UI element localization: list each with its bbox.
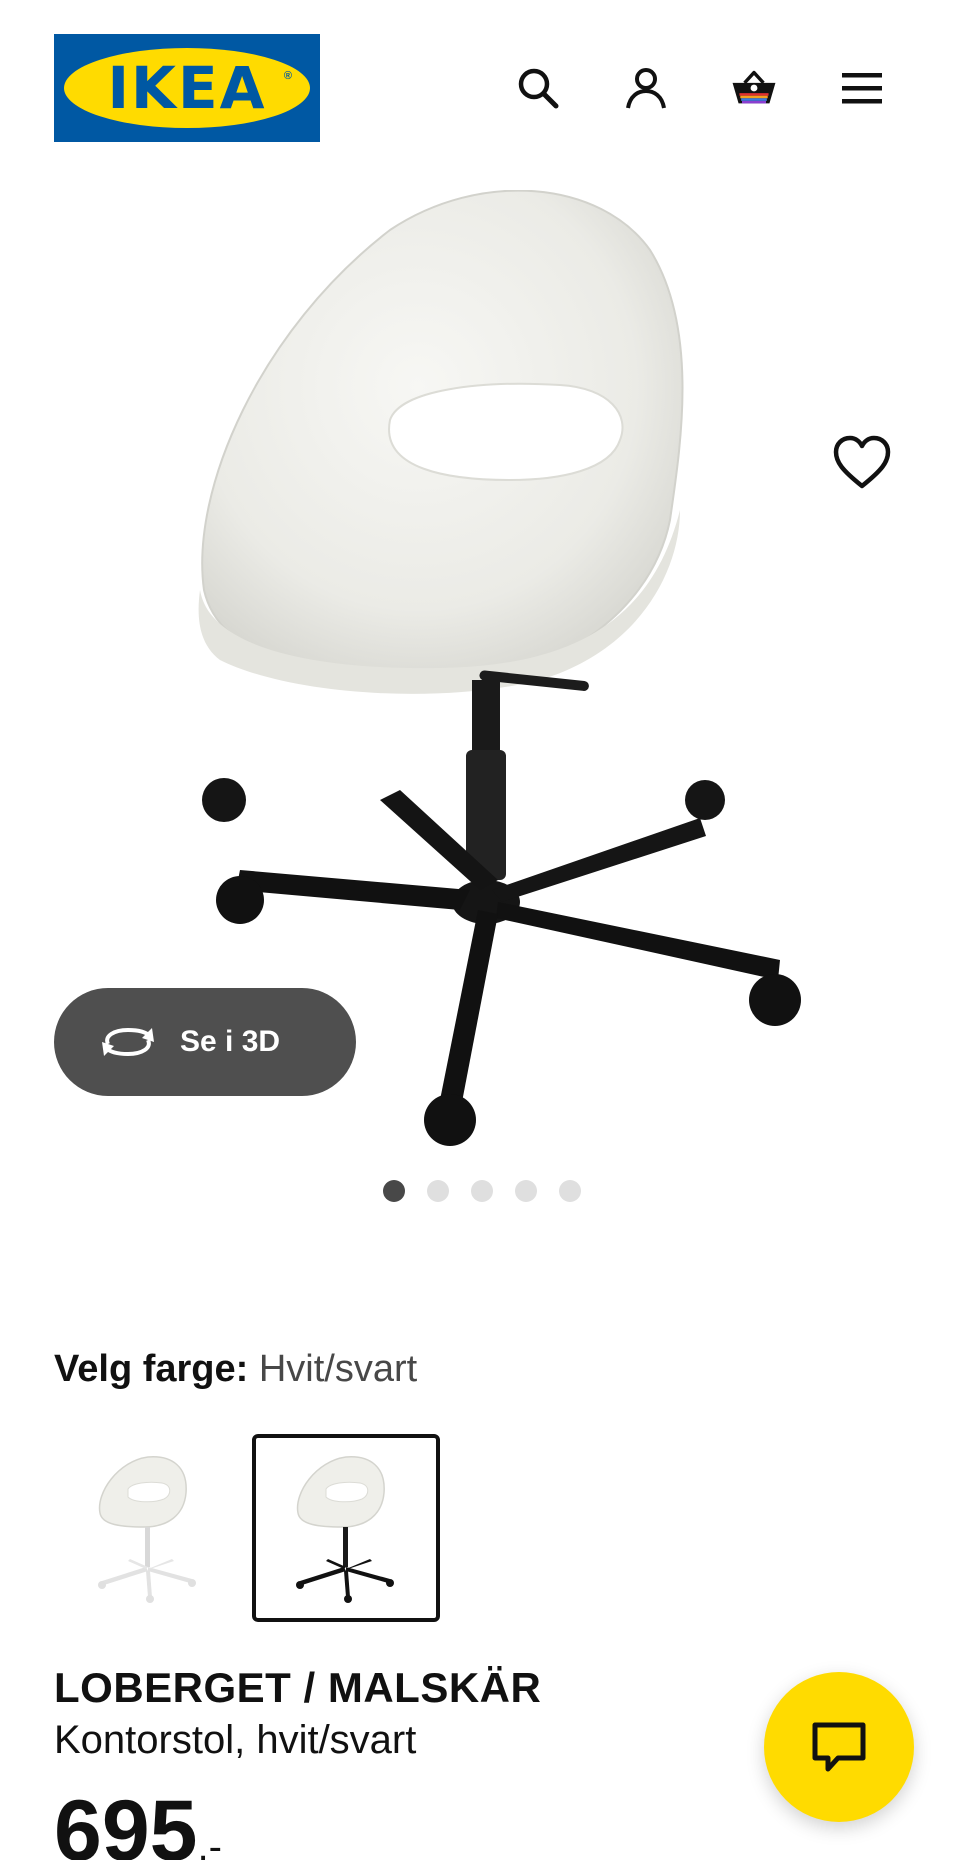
pagination-dot[interactable] [471,1180,493,1202]
price-main: 695 [54,1783,198,1860]
ikea-logo[interactable]: IKEA ® [54,34,320,142]
gallery-pagination [0,1180,960,1204]
color-option-white[interactable] [54,1434,242,1622]
white-black-chair-thumbnail [296,1456,394,1603]
color-select-label: Velg farge: Hvit/svart [54,1348,417,1391]
chat-button[interactable] [764,1672,914,1822]
logo-oval: IKEA ® [64,48,310,128]
rotate-3d-icon [102,1027,154,1057]
color-select-value: Hvit/svart [258,1348,418,1390]
logo-text: IKEA [107,54,267,122]
header: IKEA ® [0,0,960,180]
chat-bubble-icon [812,1722,866,1772]
color-select-title: Velg farge: [54,1348,249,1390]
product-price: 695,- [54,1788,222,1860]
product-name: LOBERGET / MALSKÄR [54,1664,542,1711]
color-option-white-black[interactable] [252,1434,440,1622]
basket-icon[interactable] [726,60,782,116]
white-chair-thumbnail [98,1456,196,1603]
favorite-heart-icon[interactable] [832,434,892,494]
price-suffix: ,- [197,1825,222,1860]
pagination-dot[interactable] [427,1180,449,1202]
pagination-dot[interactable] [515,1180,537,1202]
menu-icon[interactable] [834,60,890,116]
pagination-dot[interactable] [383,1180,405,1202]
logo-registered-mark: ® [283,70,292,82]
view-3d-button[interactable]: Se i 3D [54,988,356,1096]
product-description: Kontorstol, hvit/svart [54,1718,417,1762]
pagination-dot[interactable] [559,1180,581,1202]
product-gallery[interactable]: Se i 3D [0,180,960,1240]
search-icon[interactable] [510,60,566,116]
view-3d-label: Se i 3D [180,1025,281,1058]
account-icon[interactable] [618,60,674,116]
